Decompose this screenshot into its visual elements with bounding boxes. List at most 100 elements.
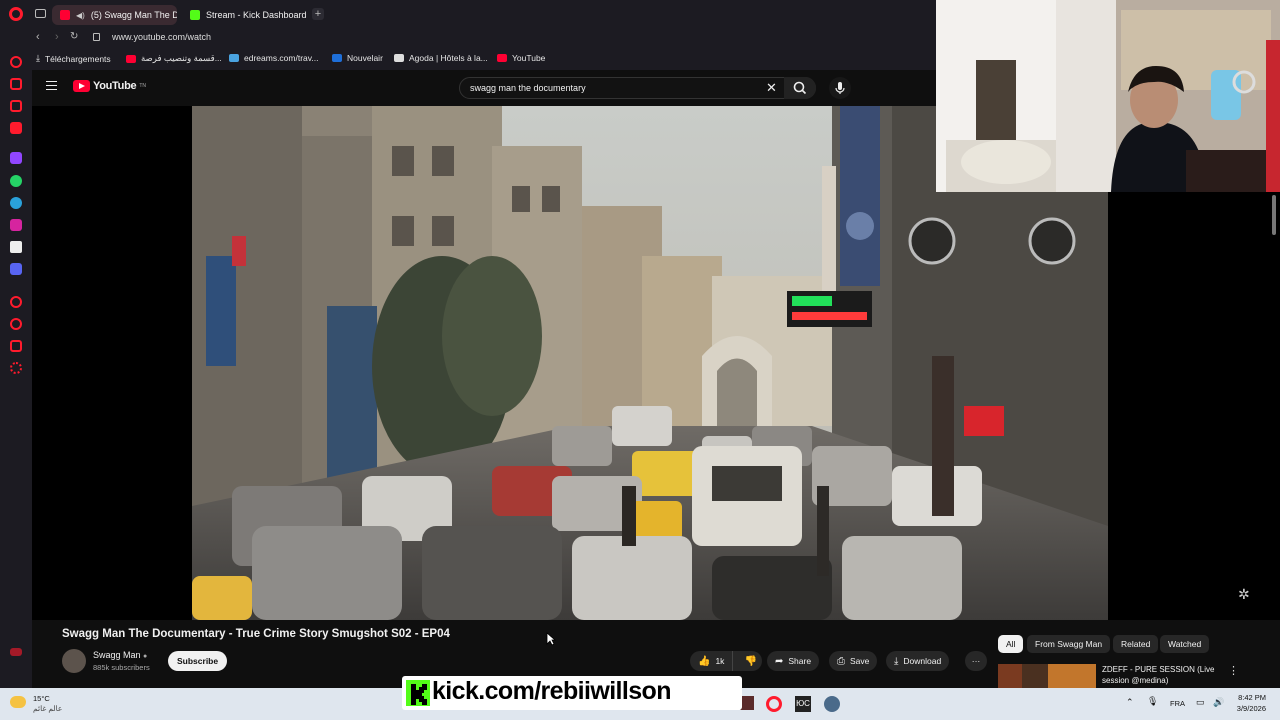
bookmark-label: Agoda | Hôtels à la...: [409, 53, 488, 63]
network-icon[interactable]: ▭: [1196, 697, 1205, 708]
settings-icon[interactable]: [10, 362, 22, 374]
download-button[interactable]: ⤓ Download: [886, 651, 950, 671]
recommendation-title-line: ZDEFF - PURE SESSION (Live: [1102, 665, 1215, 674]
lock-icon: [93, 33, 100, 41]
tray-overflow-icon[interactable]: ⌃: [1126, 697, 1134, 708]
bookmark-label: Nouvelair: [347, 53, 383, 63]
download-icon: ⤓: [894, 655, 899, 667]
sidebar-toggle-icon[interactable]: [10, 648, 22, 656]
forward-icon[interactable]: ›: [55, 31, 59, 43]
bookmark-arabic[interactable]: قسمة وتنصيب فرصة...: [126, 53, 222, 64]
channel-name[interactable]: Swagg Man ●: [93, 650, 147, 660]
tab-kick-dashboard[interactable]: Stream - Kick Dashboard: [182, 5, 307, 25]
youtube-logo[interactable]: YouTube TN: [73, 80, 146, 92]
recommendation-menu-icon[interactable]: ⋮: [1228, 664, 1239, 677]
like-button[interactable]: 👍 1k: [690, 651, 734, 671]
voice-search-button[interactable]: [829, 77, 851, 99]
channel-watermark-icon: ✲: [1238, 586, 1250, 602]
new-tab-button[interactable]: +: [312, 8, 324, 20]
search-input[interactable]: swagg man the documentary: [459, 77, 816, 99]
bookmark-downloads[interactable]: ⤓ Téléchargements: [36, 53, 111, 64]
chip-all[interactable]: All: [998, 635, 1024, 653]
tab-islands-icon[interactable]: [35, 9, 46, 18]
speaker-icon[interactable]: ◀): [76, 11, 85, 20]
reload-icon[interactable]: ↻: [70, 31, 78, 42]
aria-icon[interactable]: [10, 56, 22, 68]
chip-related[interactable]: Related: [1113, 635, 1159, 653]
share-button[interactable]: ➦ Share: [767, 651, 820, 671]
instagram-icon[interactable]: [10, 219, 22, 231]
save-button[interactable]: ⎙ Save: [829, 651, 878, 671]
search-icon: [793, 81, 807, 95]
settings-taskbar-icon[interactable]: [824, 696, 840, 712]
youtube-play-icon: [73, 80, 90, 92]
address-bar: ‹ › ↻ www.youtube.com/watch: [0, 28, 940, 48]
taskbar-app-icon[interactable]: [740, 696, 754, 710]
player-icon[interactable]: [10, 122, 22, 134]
url-field[interactable]: www.youtube.com/watch: [112, 32, 211, 42]
weather-label: عالم غائم: [33, 704, 63, 713]
weather-icon[interactable]: [10, 696, 26, 708]
volume-icon[interactable]: 🔊: [1213, 697, 1224, 708]
tab-youtube[interactable]: ◀) (5) Swagg Man The Do: [52, 5, 177, 25]
chip-from-channel[interactable]: From Swagg Man: [1027, 635, 1111, 653]
twitch-icon[interactable]: [10, 152, 22, 164]
microphone-icon[interactable]: 🎙: [1147, 696, 1158, 707]
agoda-favicon-icon: [394, 54, 404, 62]
youtube-favicon-icon: [126, 54, 136, 63]
bookmark-agoda[interactable]: Agoda | Hôtels à la...: [394, 53, 488, 63]
stream-url-overlay: kick.com/rebiiwillson: [402, 676, 742, 710]
more-actions-button[interactable]: ···: [965, 651, 987, 671]
chip-watched[interactable]: Watched: [1160, 635, 1210, 653]
channel-avatar[interactable]: [62, 649, 86, 673]
thumbs-down-icon: 👎: [744, 655, 757, 667]
discord-icon[interactable]: [10, 263, 22, 275]
chat-icon[interactable]: [10, 100, 22, 112]
mouse-cursor-icon: [546, 632, 556, 646]
search-button[interactable]: [784, 77, 816, 99]
recommendation-thumbnail[interactable]: [998, 664, 1096, 688]
menu-icon[interactable]: [46, 81, 57, 90]
subscribe-label: Subscribe: [177, 656, 219, 666]
dislike-button[interactable]: 👎: [738, 656, 762, 667]
opera-sidebar: [0, 48, 32, 688]
clock-date[interactable]: 3/9/2026: [1234, 704, 1266, 713]
opera-taskbar-icon[interactable]: [766, 696, 782, 712]
save-label: Save: [850, 656, 870, 666]
bookmark-nouvelair[interactable]: Nouvelair: [332, 53, 383, 63]
recommendation-title[interactable]: ZDEFF - PURE SESSION (Live session @medi…: [1102, 664, 1214, 686]
edreams-favicon-icon: [229, 54, 239, 62]
tab-label: Stream - Kick Dashboard: [206, 10, 307, 20]
tab-label: (5) Swagg Man The Do: [90, 10, 177, 20]
bookmark-youtube[interactable]: YouTube: [497, 53, 545, 63]
thumbs-up-icon: 👍: [698, 655, 711, 667]
back-icon[interactable]: ‹: [36, 31, 40, 43]
browser-tab-bar: ◀) (5) Swagg Man The Do Stream - Kick Da…: [0, 0, 940, 28]
clear-search-icon[interactable]: ✕: [766, 80, 777, 96]
extensions-icon[interactable]: [10, 340, 22, 352]
page-scrollbar[interactable]: [1272, 195, 1276, 235]
chip-label: Related: [1121, 639, 1151, 649]
shopping-icon[interactable]: [10, 78, 22, 90]
search-query: swagg man the documentary: [470, 83, 586, 93]
telegram-icon[interactable]: [10, 197, 22, 209]
bookmark-edreams[interactable]: edreams.com/trav...: [229, 53, 318, 63]
share-icon: ➦: [775, 655, 784, 667]
video-title: Swagg Man The Documentary - True Crime S…: [62, 628, 450, 640]
obs-taskbar-icon[interactable]: ЮС: [795, 696, 811, 712]
clock-icon[interactable]: [10, 318, 22, 330]
recommendation-title-line: session @medina): [1102, 676, 1169, 685]
subscribe-button[interactable]: Subscribe: [168, 651, 228, 671]
language-indicator[interactable]: FRA: [1170, 699, 1185, 708]
history-icon[interactable]: [10, 296, 22, 308]
tiktok-icon[interactable]: [10, 241, 22, 253]
opera-logo-icon[interactable]: [9, 7, 23, 21]
microphone-icon: [835, 82, 845, 94]
player-letterbox-right: [1108, 192, 1280, 620]
chip-label: All: [1006, 639, 1016, 649]
whatsapp-icon[interactable]: [10, 175, 22, 187]
download-label: Download: [903, 656, 942, 666]
player-letterbox-left: [32, 106, 192, 620]
clock-time[interactable]: 8:42 PM: [1234, 693, 1266, 702]
youtube-favicon-icon: [60, 10, 70, 20]
